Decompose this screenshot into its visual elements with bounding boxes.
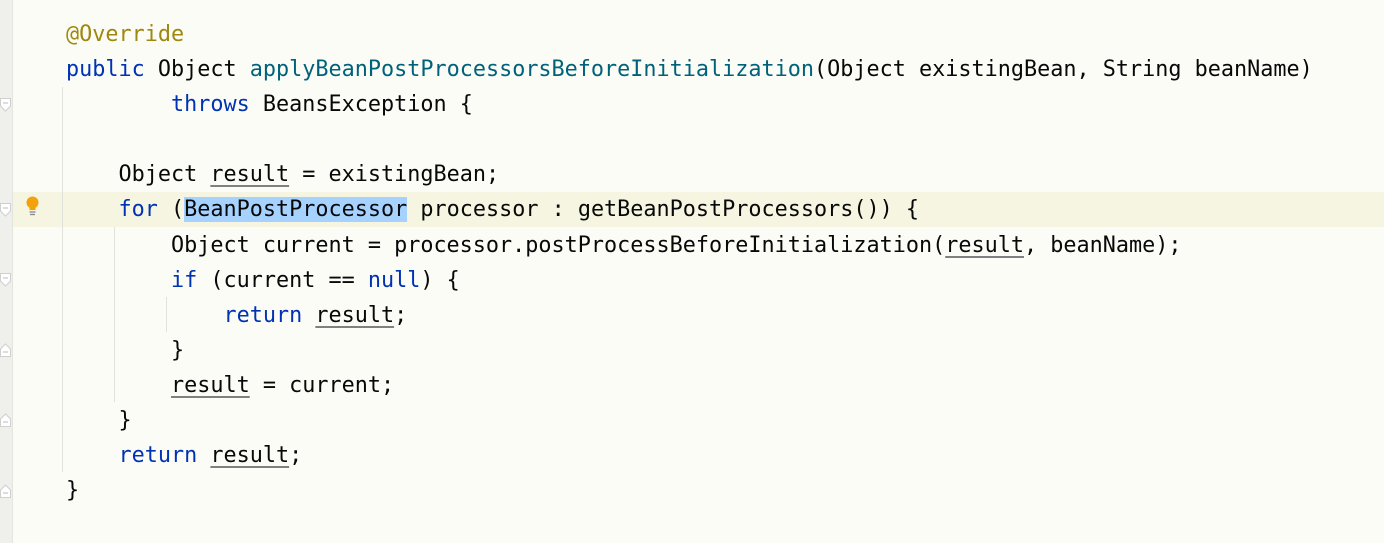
code-token: = current;	[249, 372, 395, 398]
lightbulb-icon[interactable]	[25, 196, 40, 216]
annotation-token: @Override	[66, 22, 185, 47]
code-token: (Object existingBean, String beanName)	[814, 57, 1313, 83]
keyword-token: throws	[170, 92, 250, 118]
code-token: ;	[289, 443, 303, 469]
keyword-token: public	[66, 57, 145, 83]
code-line[interactable]: return result;	[66, 298, 1313, 333]
code-editor[interactable]: @Override public Object applyBeanPostProc…	[66, 17, 1313, 508]
code-line[interactable]: Object result = existingBean;	[66, 157, 1313, 192]
code-token: (current ==	[197, 267, 368, 293]
code-line[interactable]: }	[66, 403, 1313, 438]
fold-end-icon[interactable]	[0, 484, 11, 498]
code-line[interactable]: throws BeansException {	[66, 87, 1313, 122]
indent-guide	[62, 87, 63, 472]
code-line[interactable]: for (BeanPostProcessor processor : getBe…	[66, 192, 1313, 227]
code-token: Object	[66, 162, 211, 188]
code-token: Object current = processor.postProcessBe…	[66, 232, 946, 258]
keyword-token: for	[118, 197, 158, 223]
code-token: , beanName);	[1023, 232, 1182, 258]
code-token: BeansException {	[249, 92, 473, 118]
code-token: }	[66, 478, 80, 504]
selected-text: BeanPostProcessor	[184, 197, 408, 223]
code-line[interactable]: }	[66, 333, 1313, 368]
fold-start-icon[interactable]	[0, 273, 11, 287]
fold-end-icon[interactable]	[0, 413, 11, 427]
fold-end-icon[interactable]	[0, 343, 11, 357]
code-line[interactable]: if (current == null) {	[66, 263, 1313, 298]
variable-token: result	[210, 443, 290, 469]
code-token: = existingBean;	[289, 162, 500, 188]
code-token: ;	[394, 302, 408, 328]
fold-start-icon[interactable]	[0, 98, 11, 112]
code-token: }	[66, 337, 185, 363]
keyword-token: return	[223, 302, 303, 328]
fold-start-icon[interactable]	[0, 203, 11, 217]
variable-token: result	[945, 232, 1024, 258]
code-line[interactable]: @Override	[66, 17, 1313, 52]
fold-gutter	[0, 0, 13, 543]
code-line[interactable]: public Object applyBeanPostProcessorsBef…	[66, 52, 1313, 87]
code-token: ) {	[420, 267, 460, 293]
code-line[interactable]: Object current = processor.postProcessBe…	[66, 228, 1313, 263]
code-line[interactable]: result = current;	[66, 368, 1313, 403]
variable-token: result	[210, 162, 290, 188]
code-token: }	[66, 408, 132, 434]
keyword-token: if	[170, 267, 198, 293]
code-token: (	[157, 197, 185, 223]
method-name-token: applyBeanPostProcessorsBeforeInitializat…	[249, 57, 815, 83]
variable-token: result	[170, 372, 250, 398]
code-token: processor : getBeanPostProcessors()) {	[407, 197, 920, 223]
keyword-token: return	[118, 443, 198, 469]
keyword-token: null	[367, 267, 421, 293]
code-line[interactable]	[66, 122, 1313, 157]
code-line[interactable]: return result;	[66, 438, 1313, 473]
code-line[interactable]: }	[66, 473, 1313, 508]
code-token: Object	[144, 57, 250, 83]
variable-token: result	[315, 302, 395, 328]
